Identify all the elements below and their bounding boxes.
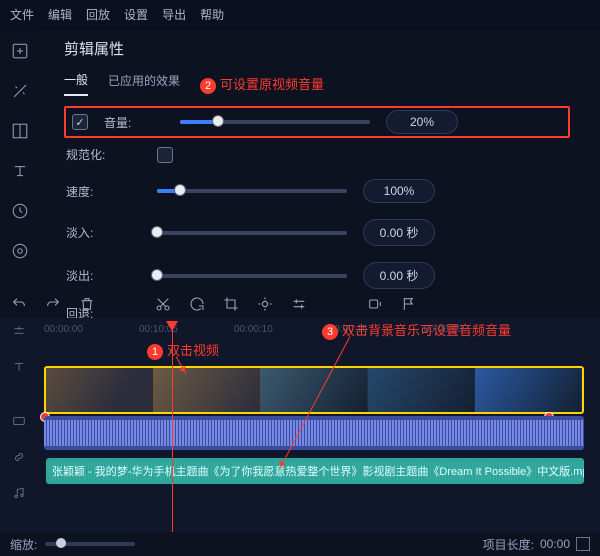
annotation-1: 1双击视频 xyxy=(147,340,219,360)
annotation-2: 2可设置原视频音量 xyxy=(200,74,324,94)
bottom-bar: 缩放: 项目长度: 00:00 xyxy=(0,532,600,556)
video-track-icon[interactable] xyxy=(12,414,28,430)
fade-in-label: 淡入: xyxy=(66,224,141,241)
normalize-checkbox[interactable] xyxy=(157,147,173,163)
fade-in-value[interactable]: 0.00 秒 xyxy=(363,219,435,246)
speed-slider[interactable] xyxy=(157,189,347,193)
timeline: 00:00:00 00:10:05 00:00:10 00:00:15 00:0… xyxy=(0,318,600,532)
add-track-icon[interactable] xyxy=(12,324,28,340)
fade-out-label: 淡出: xyxy=(66,267,141,284)
text-track-icon[interactable] xyxy=(12,360,28,376)
menu-help[interactable]: 帮助 xyxy=(200,6,224,23)
cut-icon[interactable] xyxy=(154,295,172,313)
rotate-icon[interactable] xyxy=(188,295,206,313)
ruler-tick: 00:00:10 xyxy=(234,324,273,335)
transition-icon[interactable] xyxy=(9,120,31,142)
tab-applied-effects[interactable]: 已应用的效果 xyxy=(108,72,180,95)
fade-out-slider[interactable] xyxy=(157,274,347,278)
redo-icon[interactable] xyxy=(44,295,62,313)
zoom-label: 缩放: xyxy=(10,536,37,553)
track-header-column xyxy=(0,318,40,532)
clock-icon[interactable] xyxy=(9,200,31,222)
sliders-icon[interactable] xyxy=(290,295,308,313)
record-icon[interactable] xyxy=(366,295,384,313)
delete-icon[interactable] xyxy=(78,295,96,313)
annotation-3: 3双击背景音乐可设置音频音量 xyxy=(322,320,511,340)
linked-audio-clip[interactable] xyxy=(44,416,584,450)
more-tools-icon[interactable] xyxy=(9,240,31,262)
text-icon[interactable] xyxy=(9,160,31,182)
ruler-tick: 00:00:00 xyxy=(44,324,83,335)
magic-icon[interactable] xyxy=(9,80,31,102)
color-adjust-icon[interactable] xyxy=(256,295,274,313)
fade-out-value[interactable]: 0.00 秒 xyxy=(363,262,435,289)
tab-general[interactable]: 一般 xyxy=(64,71,88,96)
linked-audio-track xyxy=(40,416,594,450)
video-clip[interactable] xyxy=(44,366,584,414)
left-toolbar xyxy=(0,28,40,288)
volume-value[interactable]: 20% xyxy=(386,110,458,134)
link-track-icon[interactable] xyxy=(12,450,28,466)
music-track: 张颖颖 - 我的梦-华为手机主题曲《为了你我愿意热爱整个世界》影视剧主题曲《Dr… xyxy=(40,458,594,484)
project-length-label: 项目长度: xyxy=(483,536,534,553)
menu-bar: 文件 编辑 回放 设置 导出 帮助 xyxy=(0,0,600,29)
project-length-value: 00:00 xyxy=(540,537,570,551)
menu-edit[interactable]: 编辑 xyxy=(48,6,72,23)
volume-label: 音量: xyxy=(104,114,164,131)
annotation-3-badge: 3 xyxy=(322,324,338,340)
panel-title: 剪辑属性 xyxy=(64,38,570,59)
undo-icon[interactable] xyxy=(10,295,28,313)
video-track xyxy=(40,366,594,414)
speed-label: 速度: xyxy=(66,183,141,200)
volume-row-highlight: 音量: 20% xyxy=(64,106,570,138)
menu-file[interactable]: 文件 xyxy=(10,6,34,23)
fade-in-slider[interactable] xyxy=(157,231,347,235)
menu-playback[interactable]: 回放 xyxy=(86,6,110,23)
timeline-toolbar xyxy=(10,290,590,318)
playhead[interactable] xyxy=(172,322,173,532)
music-track-icon[interactable] xyxy=(12,486,28,502)
marker-icon[interactable] xyxy=(400,295,418,313)
annotation-2-badge: 2 xyxy=(200,78,216,94)
fit-timeline-icon[interactable] xyxy=(576,537,590,551)
normalize-label: 规范化: xyxy=(66,146,141,163)
menu-export[interactable]: 导出 xyxy=(162,6,186,23)
speed-value[interactable]: 100% xyxy=(363,179,435,203)
zoom-slider[interactable] xyxy=(45,542,135,546)
menu-settings[interactable]: 设置 xyxy=(124,6,148,23)
music-clip-label: 张颖颖 - 我的梦-华为手机主题曲《为了你我愿意热爱整个世界》影视剧主题曲《Dr… xyxy=(52,463,584,479)
volume-checkbox[interactable] xyxy=(72,114,88,130)
add-media-icon[interactable] xyxy=(9,40,31,62)
music-clip[interactable]: 张颖颖 - 我的梦-华为手机主题曲《为了你我愿意热爱整个世界》影视剧主题曲《Dr… xyxy=(46,458,584,484)
clip-properties-panel: 剪辑属性 一般 已应用的效果 2可设置原视频音量 音量: 20% 规范化: 速度… xyxy=(40,28,594,283)
volume-slider[interactable] xyxy=(180,120,370,124)
crop-icon[interactable] xyxy=(222,295,240,313)
annotation-1-badge: 1 xyxy=(147,344,163,360)
